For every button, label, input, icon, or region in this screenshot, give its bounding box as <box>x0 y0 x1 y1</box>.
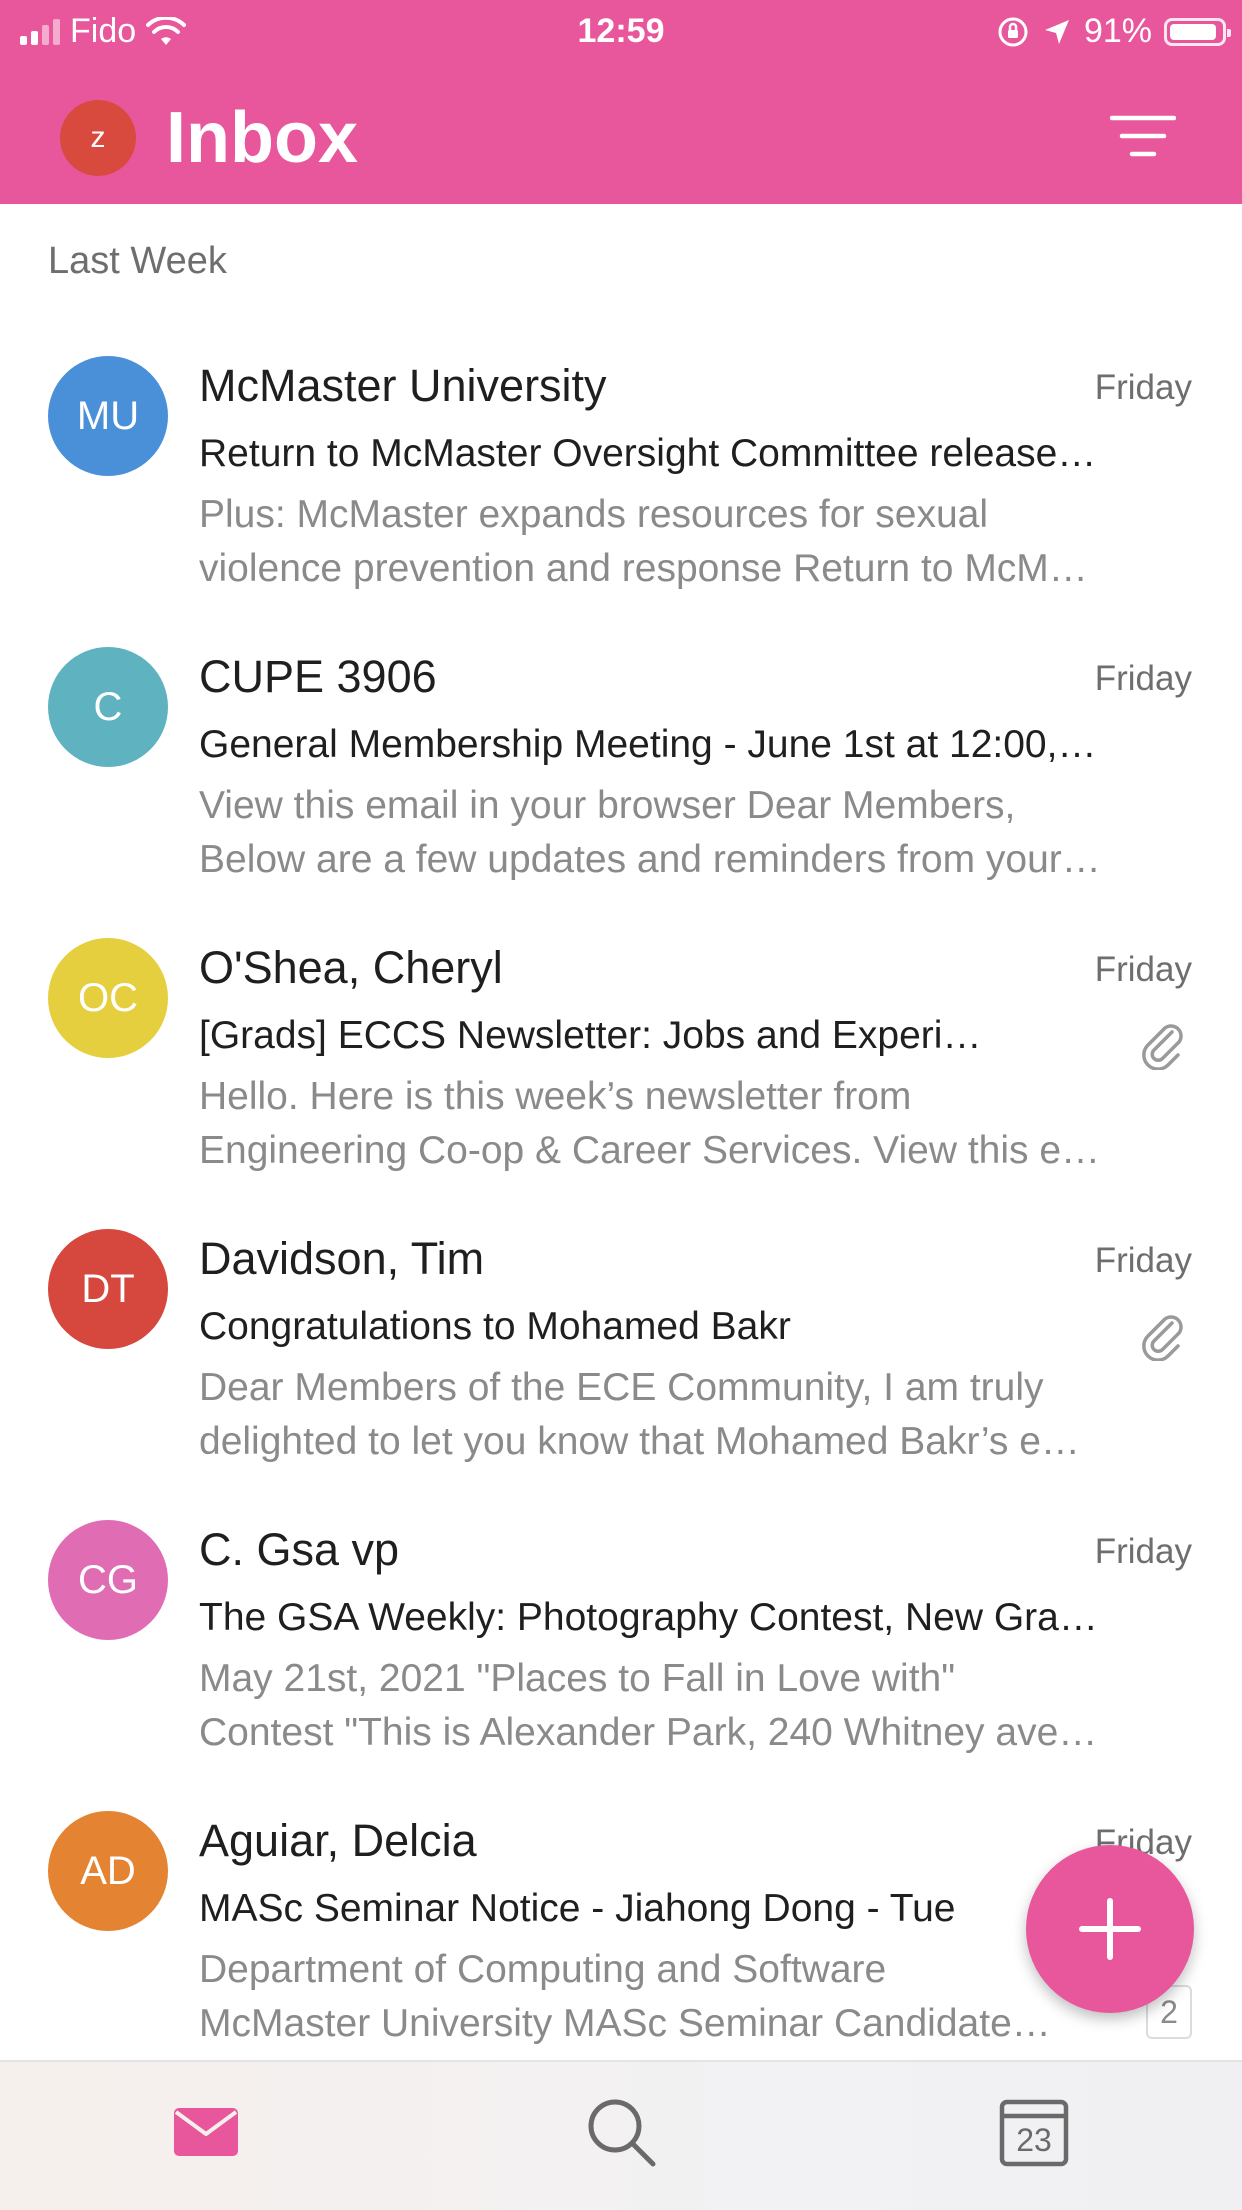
mail-sender: Davidson, Tim <box>199 1233 485 1284</box>
mail-date: Friday <box>1094 659 1192 698</box>
mail-date: Friday <box>1094 1241 1192 1280</box>
compose-button[interactable] <box>1026 1845 1194 2013</box>
mail-date: Friday <box>1094 950 1192 989</box>
mail-preview: Plus: McMaster expands resources for sex… <box>199 488 1193 596</box>
mail-preview: May 21st, 2021 "Places to Fall in Love w… <box>199 1652 1193 1760</box>
attachment-paperclip-icon <box>1142 1024 1183 1070</box>
sender-avatar: DT <box>48 1229 168 1349</box>
top-bar: Fido 12:59 91% z Inbox <box>0 0 1242 204</box>
mail-preview-line: View this email in your browser Dear Mem… <box>199 784 1016 827</box>
mail-sender: O'Shea, Cheryl <box>199 942 503 993</box>
mail-subject: The GSA Weekly: Photography Contest, New… <box>199 1596 1098 1639</box>
calendar-day: 23 <box>1016 2122 1052 2158</box>
sender-avatar: CG <box>48 1520 168 1640</box>
sender-avatar: MU <box>48 356 168 476</box>
mail-preview-line: Contest "This is Alexander Park, 240 Whi… <box>199 1711 1098 1754</box>
mail-row[interactable]: CG C. Gsa vp Friday The GSA Weekly: Phot… <box>0 1504 1242 1794</box>
mail-subject: Congratulations to Mohamed Bakr <box>199 1305 791 1348</box>
sender-avatar: AD <box>48 1811 168 1931</box>
orientation-lock-icon <box>998 17 1028 46</box>
mail-preview-line: Dear Members of the ECE Community, I am … <box>199 1366 1044 1409</box>
mail-sender: McMaster University <box>199 360 607 411</box>
mail-preview-line: violence prevention and response Return … <box>199 547 1088 590</box>
mail-date: Friday <box>1094 368 1192 407</box>
mail-subject: MASc Seminar Notice - Jiahong Dong - Tue <box>199 1887 956 1930</box>
mail-sender: C. Gsa vp <box>199 1524 400 1575</box>
page-title: Inbox <box>166 98 358 178</box>
plus-icon <box>1079 1898 1141 1960</box>
mail-subject: Return to McMaster Oversight Committee r… <box>199 432 1097 475</box>
mail-row[interactable]: OC O'Shea, Cheryl Friday [Grads] ECCS Ne… <box>0 922 1242 1212</box>
mail-row[interactable]: C CUPE 3906 Friday General Membership Me… <box>0 631 1242 921</box>
location-arrow-icon <box>1044 19 1069 44</box>
mail-row[interactable]: MU McMaster University Friday Return to … <box>0 340 1242 630</box>
mail-preview-line: Plus: McMaster expands resources for sex… <box>199 493 988 536</box>
avatar-initials: CG <box>78 1557 138 1602</box>
bottom-tab-bar: 23 <box>0 2060 1242 2210</box>
mail-preview: Department of Computing and Software McM… <box>199 1943 1139 2051</box>
mail-date: Friday <box>1094 1532 1192 1571</box>
mail-preview-line: Department of Computing and Software <box>199 1948 887 1991</box>
mail-preview-line: May 21st, 2021 "Places to Fall in Love w… <box>199 1657 956 1700</box>
avatar-initials: OC <box>78 975 138 1020</box>
mail-preview-line: delighted to let you know that Mohamed B… <box>199 1420 1080 1463</box>
mail-preview-line: Hello. Here is this week’s newsletter fr… <box>199 1075 912 1118</box>
calendar-tab[interactable]: 23 <box>994 2092 1074 2172</box>
battery-percent: 91% <box>1083 12 1152 50</box>
status-bar: Fido 12:59 91% <box>0 0 1242 64</box>
mail-preview: Hello. Here is this week’s newsletter fr… <box>199 1070 1193 1178</box>
avatar-initials: MU <box>76 393 140 438</box>
account-avatar-initial: z <box>90 121 106 154</box>
mail-preview-line: Below are a few updates and reminders fr… <box>199 838 1101 881</box>
sender-avatar: C <box>48 647 168 767</box>
avatar-initials: DT <box>81 1266 135 1311</box>
mail-preview-line: McMaster University MASc Seminar Candida… <box>199 2002 1051 2045</box>
search-icon[interactable] <box>581 2092 661 2172</box>
filter-icon[interactable] <box>1110 112 1176 160</box>
mail-preview-line: Engineering Co-op & Career Services. Vie… <box>199 1129 1101 1172</box>
attachment-paperclip-icon <box>1142 1315 1183 1361</box>
avatar-initials: AD <box>80 1848 136 1893</box>
mail-preview: Dear Members of the ECE Community, I am … <box>199 1361 1193 1469</box>
mail-icon[interactable] <box>166 2092 246 2172</box>
mail-subject: [Grads] ECCS Newsletter: Jobs and Experi… <box>199 1014 982 1057</box>
battery-icon <box>1164 17 1231 46</box>
mail-sender: CUPE 3906 <box>199 651 437 702</box>
mail-sender: Aguiar, Delcia <box>199 1815 477 1866</box>
mail-subject: General Membership Meeting - June 1st at… <box>199 723 1097 766</box>
section-label: Last Week <box>48 240 227 282</box>
mail-row[interactable]: DT Davidson, Tim Friday Congratulations … <box>0 1213 1242 1503</box>
account-avatar[interactable]: z <box>60 100 136 176</box>
avatar-initials: C <box>93 684 123 729</box>
mail-preview: View this email in your browser Dear Mem… <box>199 779 1193 887</box>
sender-avatar: OC <box>48 938 168 1058</box>
